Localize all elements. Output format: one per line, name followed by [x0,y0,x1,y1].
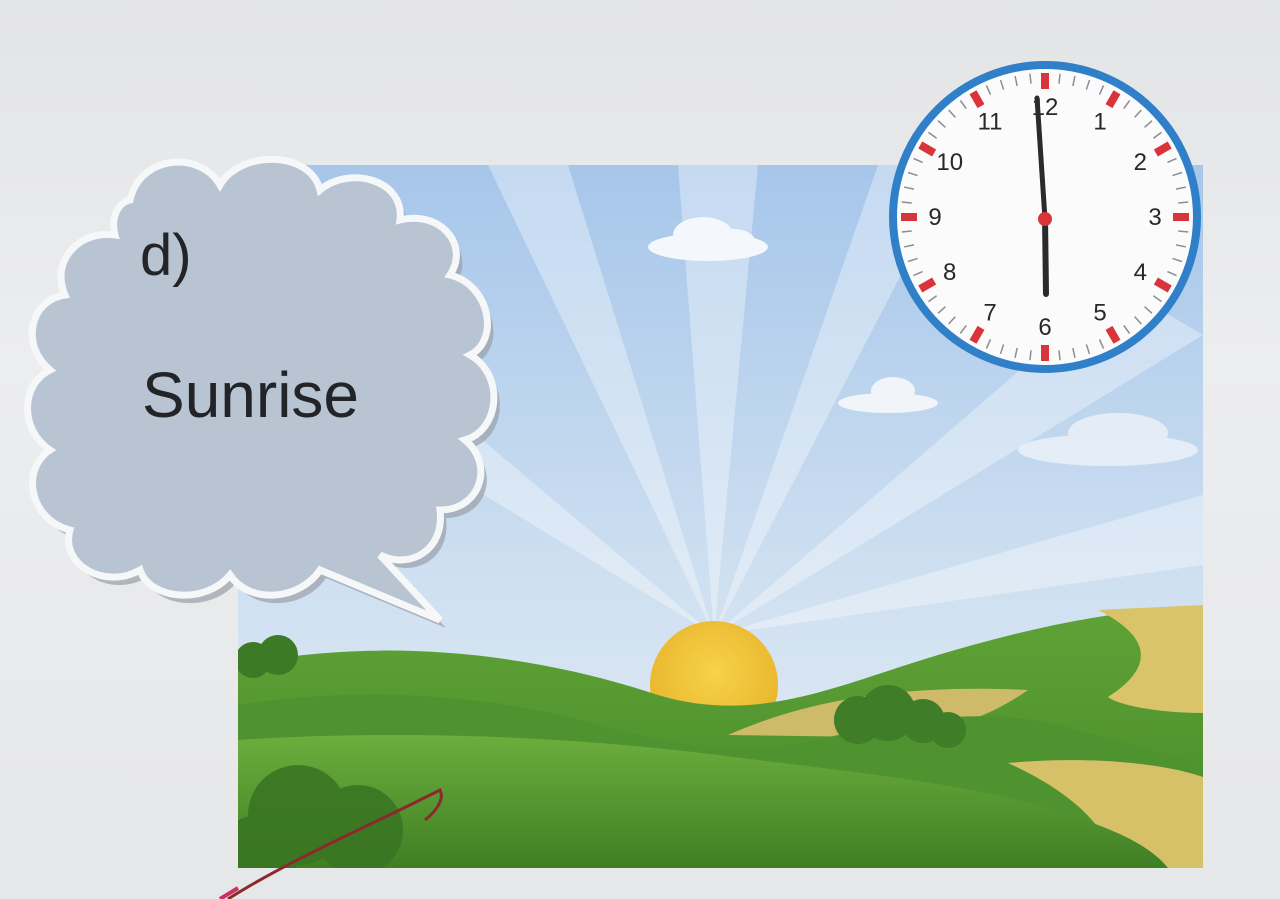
minute-tick [1058,73,1061,84]
minute-tick [901,201,912,204]
hour-hand [1042,214,1049,297]
clock-number: 4 [1134,259,1147,286]
question-letter: d) [140,223,192,288]
minute-tick [1029,73,1032,84]
clock-number: 2 [1134,149,1147,176]
minute-tick [901,230,912,233]
minute-tick [1178,230,1189,233]
clock-number: 9 [928,204,941,231]
clock-number: 7 [983,299,996,326]
clock-center [1038,212,1052,226]
minute-tick [1029,350,1032,361]
clock-number: 10 [936,149,963,176]
minute-tick [1178,201,1189,204]
clock-number: 8 [943,259,956,286]
clock-number: 1 [1093,109,1106,136]
clock-number: 11 [978,109,1003,136]
analog-clock: 121234567891011 [889,61,1201,373]
question-label: Sunrise [142,359,359,431]
clock-number: 6 [1038,314,1051,341]
clock-number: 5 [1093,299,1106,326]
minute-tick [1058,350,1061,361]
clock-number: 3 [1148,204,1161,231]
